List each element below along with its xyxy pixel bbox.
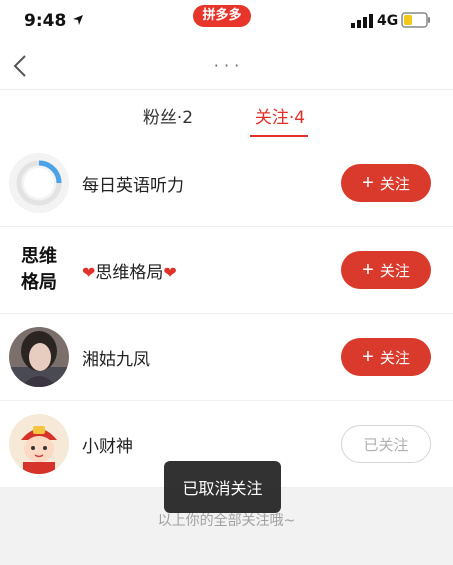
follow-button-label: 关注	[379, 349, 410, 367]
user-name-text: 思维格局	[95, 263, 164, 283]
status-time: 9:48	[24, 11, 67, 31]
tab-active-indicator	[250, 135, 308, 137]
followed-button[interactable]: 已关注	[341, 425, 431, 463]
toast-message: 已取消关注	[182, 479, 263, 498]
network-label: 4G	[377, 13, 399, 29]
avatar-text-line: 思维	[21, 246, 57, 267]
following-list: 每日英语听力 + 关注 思维 格局 ❤思维格局❤ + 关注 湘姑九凤 + 关注 …	[0, 140, 453, 488]
app-badge[interactable]: 拼多多	[193, 5, 251, 27]
battery-icon	[401, 12, 430, 28]
user-name[interactable]: 小财神	[82, 432, 133, 457]
heart-icon: ❤	[82, 263, 96, 282]
follow-button[interactable]: + 关注	[341, 251, 431, 289]
nav-bar: · · ·	[0, 44, 453, 90]
toast: 已取消关注	[164, 461, 281, 513]
footer-text: 以上你的全部关注哦~	[157, 513, 296, 529]
tab-fans[interactable]: 粉丝·2	[130, 103, 206, 139]
heart-icon: ❤	[163, 263, 177, 282]
tab-following[interactable]: 关注·4	[242, 103, 318, 139]
avatar-text-line: 格局	[21, 272, 57, 293]
list-item[interactable]: 每日英语听力 + 关注	[0, 140, 453, 227]
avatar[interactable]	[9, 414, 69, 474]
follow-button-label: 关注	[379, 262, 410, 280]
avatar[interactable]	[9, 327, 69, 387]
avatar[interactable]	[9, 153, 69, 213]
user-name[interactable]: 湘姑九凤	[82, 345, 150, 370]
mascot-god-of-wealth-icon	[9, 414, 69, 474]
page-title: · · ·	[213, 56, 240, 75]
plus-icon: +	[362, 172, 374, 194]
progress-ring-icon	[10, 154, 68, 212]
location-arrow-icon	[73, 15, 83, 25]
list-item[interactable]: 湘姑九凤 + 关注	[0, 314, 453, 401]
back-chevron-icon[interactable]	[10, 53, 32, 79]
plus-icon: +	[362, 259, 374, 281]
user-name[interactable]: ❤思维格局❤	[82, 258, 177, 283]
tab-bar: 粉丝·2 关注·4	[0, 91, 453, 139]
user-name[interactable]: 每日英语听力	[82, 171, 184, 196]
person-photo-icon	[9, 327, 69, 387]
status-bar: 9:48 拼多多 4G	[0, 0, 453, 44]
avatar[interactable]: 思维 格局	[9, 240, 69, 300]
follow-button-label: 关注	[379, 175, 410, 193]
follow-button[interactable]: + 关注	[341, 338, 431, 376]
follow-button[interactable]: + 关注	[341, 164, 431, 202]
signal-icon	[351, 14, 373, 28]
list-item[interactable]: 思维 格局 ❤思维格局❤ + 关注	[0, 227, 453, 314]
plus-icon: +	[362, 346, 374, 368]
